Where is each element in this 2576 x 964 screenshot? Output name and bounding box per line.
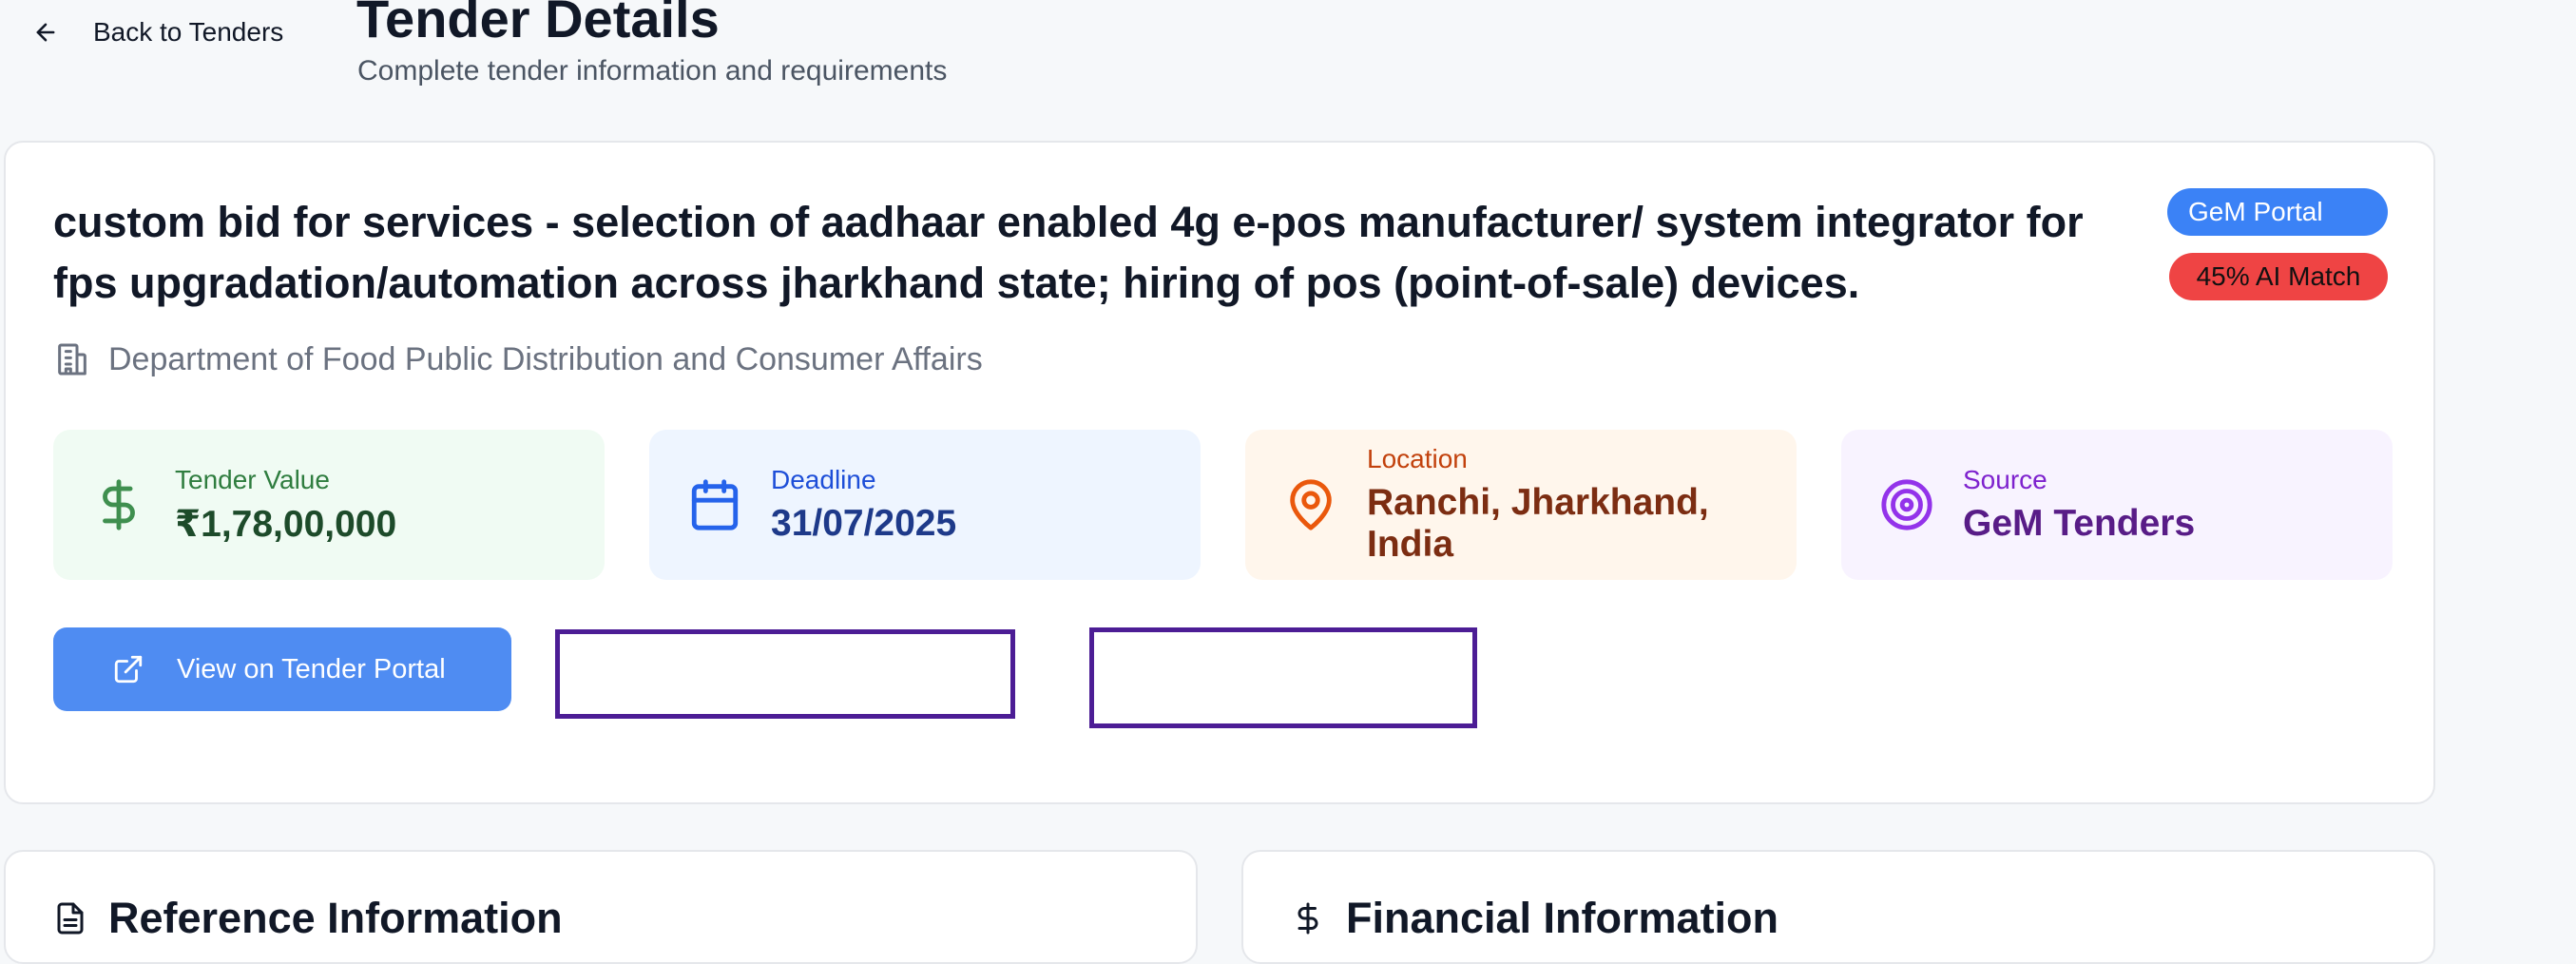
calendar-icon: [691, 479, 739, 530]
reference-information-title: Reference Information: [108, 894, 563, 942]
source-stat: Source GeM Tenders: [1841, 430, 2393, 580]
arrow-left-icon: [36, 23, 55, 42]
source-label: Source: [1963, 465, 2047, 494]
building-icon: [58, 343, 87, 376]
target-icon: [1881, 479, 1932, 530]
map-pin-icon: [1290, 479, 1332, 530]
reference-information-card: Reference Information: [4, 850, 1198, 964]
location-label: Location: [1367, 444, 1468, 473]
tender-overview-card: custom bid for services - selection of a…: [4, 141, 2435, 804]
tender-value-stat: Tender Value ₹1,78,00,000: [53, 430, 605, 580]
highlight-box-1: [555, 629, 1015, 719]
source-value: GeM Tenders: [1963, 503, 2196, 544]
financial-information-header: Financial Information: [1291, 894, 1778, 943]
financial-information-card: Financial Information: [1241, 850, 2435, 964]
dollar-icon: [103, 479, 135, 530]
view-on-tender-portal-label: View on Tender Portal: [177, 653, 446, 684]
view-on-tender-portal-button[interactable]: View on Tender Portal: [53, 627, 511, 711]
deadline-label: Deadline: [771, 465, 876, 494]
location-stat: Location Ranchi, Jharkhand, India: [1245, 430, 1797, 580]
back-label: Back to Tenders: [93, 17, 284, 47]
tender-title: custom bid for services - selection of a…: [53, 198, 2084, 307]
page-title: Tender Details: [356, 0, 720, 48]
page-subtitle: Complete tender information and requirem…: [357, 55, 948, 87]
ai-match-badge: 45% AI Match: [2169, 253, 2388, 300]
department-name: Department of Food Public Distribution a…: [108, 340, 983, 377]
financial-information-title: Financial Information: [1346, 894, 1779, 942]
reference-information-header: Reference Information: [53, 894, 563, 943]
department-row: Department of Food Public Distribution a…: [53, 340, 983, 378]
tender-value-amount: ₹1,78,00,000: [175, 503, 397, 545]
document-icon: [57, 902, 84, 935]
deadline-date: 31/07/2025: [771, 503, 957, 544]
tender-value-label: Tender Value: [175, 464, 330, 494]
portal-badge: GeM Portal: [2167, 188, 2388, 236]
deadline-stat: Deadline 31/07/2025: [649, 430, 1201, 580]
external-link-icon: [114, 655, 143, 684]
dollar-icon: [1298, 902, 1318, 935]
highlight-box-2: [1089, 627, 1477, 728]
location-value: Ranchi, Jharkhand, India: [1367, 482, 1709, 565]
back-to-tenders-link[interactable]: Back to Tenders: [32, 17, 283, 48]
